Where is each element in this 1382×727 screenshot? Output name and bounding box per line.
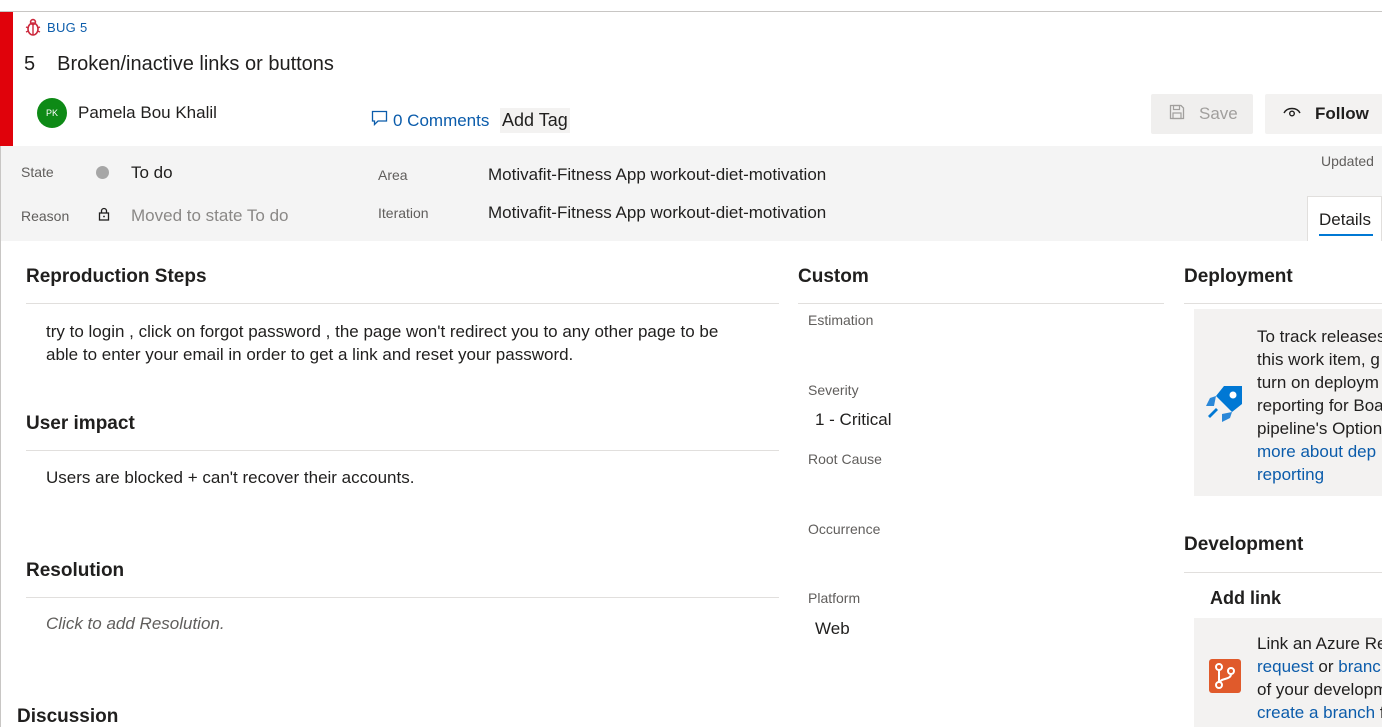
deployment-reporting-link[interactable]: reporting	[1257, 463, 1382, 486]
deployment-line: turn on deploym	[1257, 373, 1379, 392]
resolution-title: Resolution	[26, 560, 125, 581]
reproduction-steps-title: Reproduction Steps	[26, 266, 207, 287]
severity-label: Severity	[808, 382, 859, 398]
tab-details[interactable]: Details	[1307, 196, 1382, 241]
deployment-panel: To track releases this work item, g turn…	[1194, 309, 1382, 496]
severity-field[interactable]: 1 - Critical	[815, 410, 892, 430]
deployment-line: reporting for Boa	[1257, 396, 1382, 415]
user-impact-field[interactable]: Users are blocked + can't recover their …	[46, 466, 414, 489]
deployment-description: To track releases this work item, g turn…	[1257, 325, 1382, 486]
create-branch-link[interactable]: create a branch	[1257, 703, 1375, 722]
development-line-tail: f	[1375, 703, 1382, 722]
root-cause-label: Root Cause	[808, 451, 882, 467]
platform-label: Platform	[808, 590, 861, 606]
comment-icon	[371, 110, 388, 131]
area-field[interactable]: Motivafit-Fitness App workout-diet-motiv…	[488, 165, 826, 185]
lock-icon	[98, 207, 110, 226]
reason-label: Reason	[21, 208, 70, 224]
updated-label: Updated	[1321, 153, 1374, 169]
deployment-learn-more-link[interactable]: more about dep	[1257, 440, 1382, 463]
reproduction-steps-line: try to login , click on forgot password …	[46, 322, 719, 341]
save-button[interactable]: Save	[1151, 94, 1253, 134]
occurrence-label: Occurrence	[808, 521, 881, 537]
discussion-title: Discussion	[17, 706, 119, 727]
tab-details-label: Details	[1319, 210, 1371, 229]
reproduction-steps-line: able to enter your email in order to get…	[46, 345, 574, 364]
reason-field: Moved to state To do	[131, 206, 289, 225]
pull-request-link[interactable]: request	[1257, 657, 1314, 676]
development-line: Link an Azure Re	[1257, 634, 1382, 653]
state-field[interactable]: To do	[131, 163, 173, 183]
development-panel: Link an Azure Re request or branc of you…	[1194, 618, 1382, 727]
deployment-line: pipeline's Option	[1257, 419, 1382, 438]
save-icon	[1169, 104, 1185, 125]
development-title: Development	[1184, 534, 1304, 555]
work-item-title-text[interactable]: Broken/inactive links or buttons	[57, 53, 334, 76]
user-impact-title: User impact	[26, 413, 135, 434]
work-item-header: BUG 5 5 Broken/inactive links or buttons…	[13, 12, 1382, 146]
state-label: State	[21, 164, 54, 180]
custom-title: Custom	[798, 266, 869, 287]
git-branch-icon	[1208, 658, 1242, 699]
eye-icon	[1283, 104, 1301, 124]
work-item-fields: State To do Reason Moved to state To do …	[1, 146, 1382, 241]
work-item-type-label[interactable]: BUG 5	[47, 20, 88, 35]
resolution-field[interactable]: Click to add Resolution.	[46, 614, 225, 634]
section-divider	[26, 303, 779, 304]
branch-link[interactable]: branc	[1338, 657, 1381, 676]
bug-color-bar	[0, 12, 13, 146]
add-link-button[interactable]: Add link	[1210, 588, 1281, 609]
development-line: create a branch f	[1257, 701, 1382, 724]
assignee-field[interactable]: PK Pamela Bou Khalil	[37, 98, 217, 128]
area-label: Area	[378, 167, 408, 183]
iteration-field[interactable]: Motivafit-Fitness App workout-diet-motiv…	[488, 203, 826, 223]
follow-label: Follow	[1315, 104, 1369, 123]
work-item-title[interactable]: 5 Broken/inactive links or buttons	[24, 53, 334, 76]
deployment-title: Deployment	[1184, 266, 1293, 287]
follow-button[interactable]: Follow	[1265, 94, 1382, 134]
work-item-id: 5	[24, 53, 36, 75]
estimation-label: Estimation	[808, 312, 874, 328]
save-label: Save	[1199, 104, 1238, 123]
iteration-label: Iteration	[378, 205, 429, 221]
assignee-name[interactable]: Pamela Bou Khalil	[78, 103, 217, 123]
deployment-line: To track releases	[1257, 327, 1382, 346]
add-tag-button[interactable]: Add Tag	[500, 108, 570, 133]
reproduction-steps-field[interactable]: try to login , click on forgot password …	[46, 320, 718, 366]
section-divider	[1184, 572, 1382, 573]
state-indicator	[96, 166, 109, 179]
rocket-icon	[1204, 382, 1246, 429]
deployment-line: this work item, g	[1257, 350, 1380, 369]
platform-field[interactable]: Web	[815, 619, 850, 639]
bug-icon	[25, 18, 41, 36]
development-description: Link an Azure Re request or branc of you…	[1257, 632, 1382, 724]
development-line: of your developm	[1257, 680, 1382, 699]
section-divider	[798, 303, 1164, 304]
avatar: PK	[37, 98, 67, 128]
section-divider	[26, 450, 779, 451]
comments-link[interactable]: 0 Comments	[371, 110, 489, 131]
development-line: request or branc	[1257, 655, 1382, 678]
comments-count[interactable]: 0 Comments	[393, 111, 489, 131]
tab-selected-indicator	[1319, 234, 1373, 236]
section-divider	[26, 597, 779, 598]
work-item-type: BUG 5	[25, 18, 88, 36]
section-divider	[1184, 303, 1382, 304]
development-or-text: or	[1313, 657, 1339, 676]
